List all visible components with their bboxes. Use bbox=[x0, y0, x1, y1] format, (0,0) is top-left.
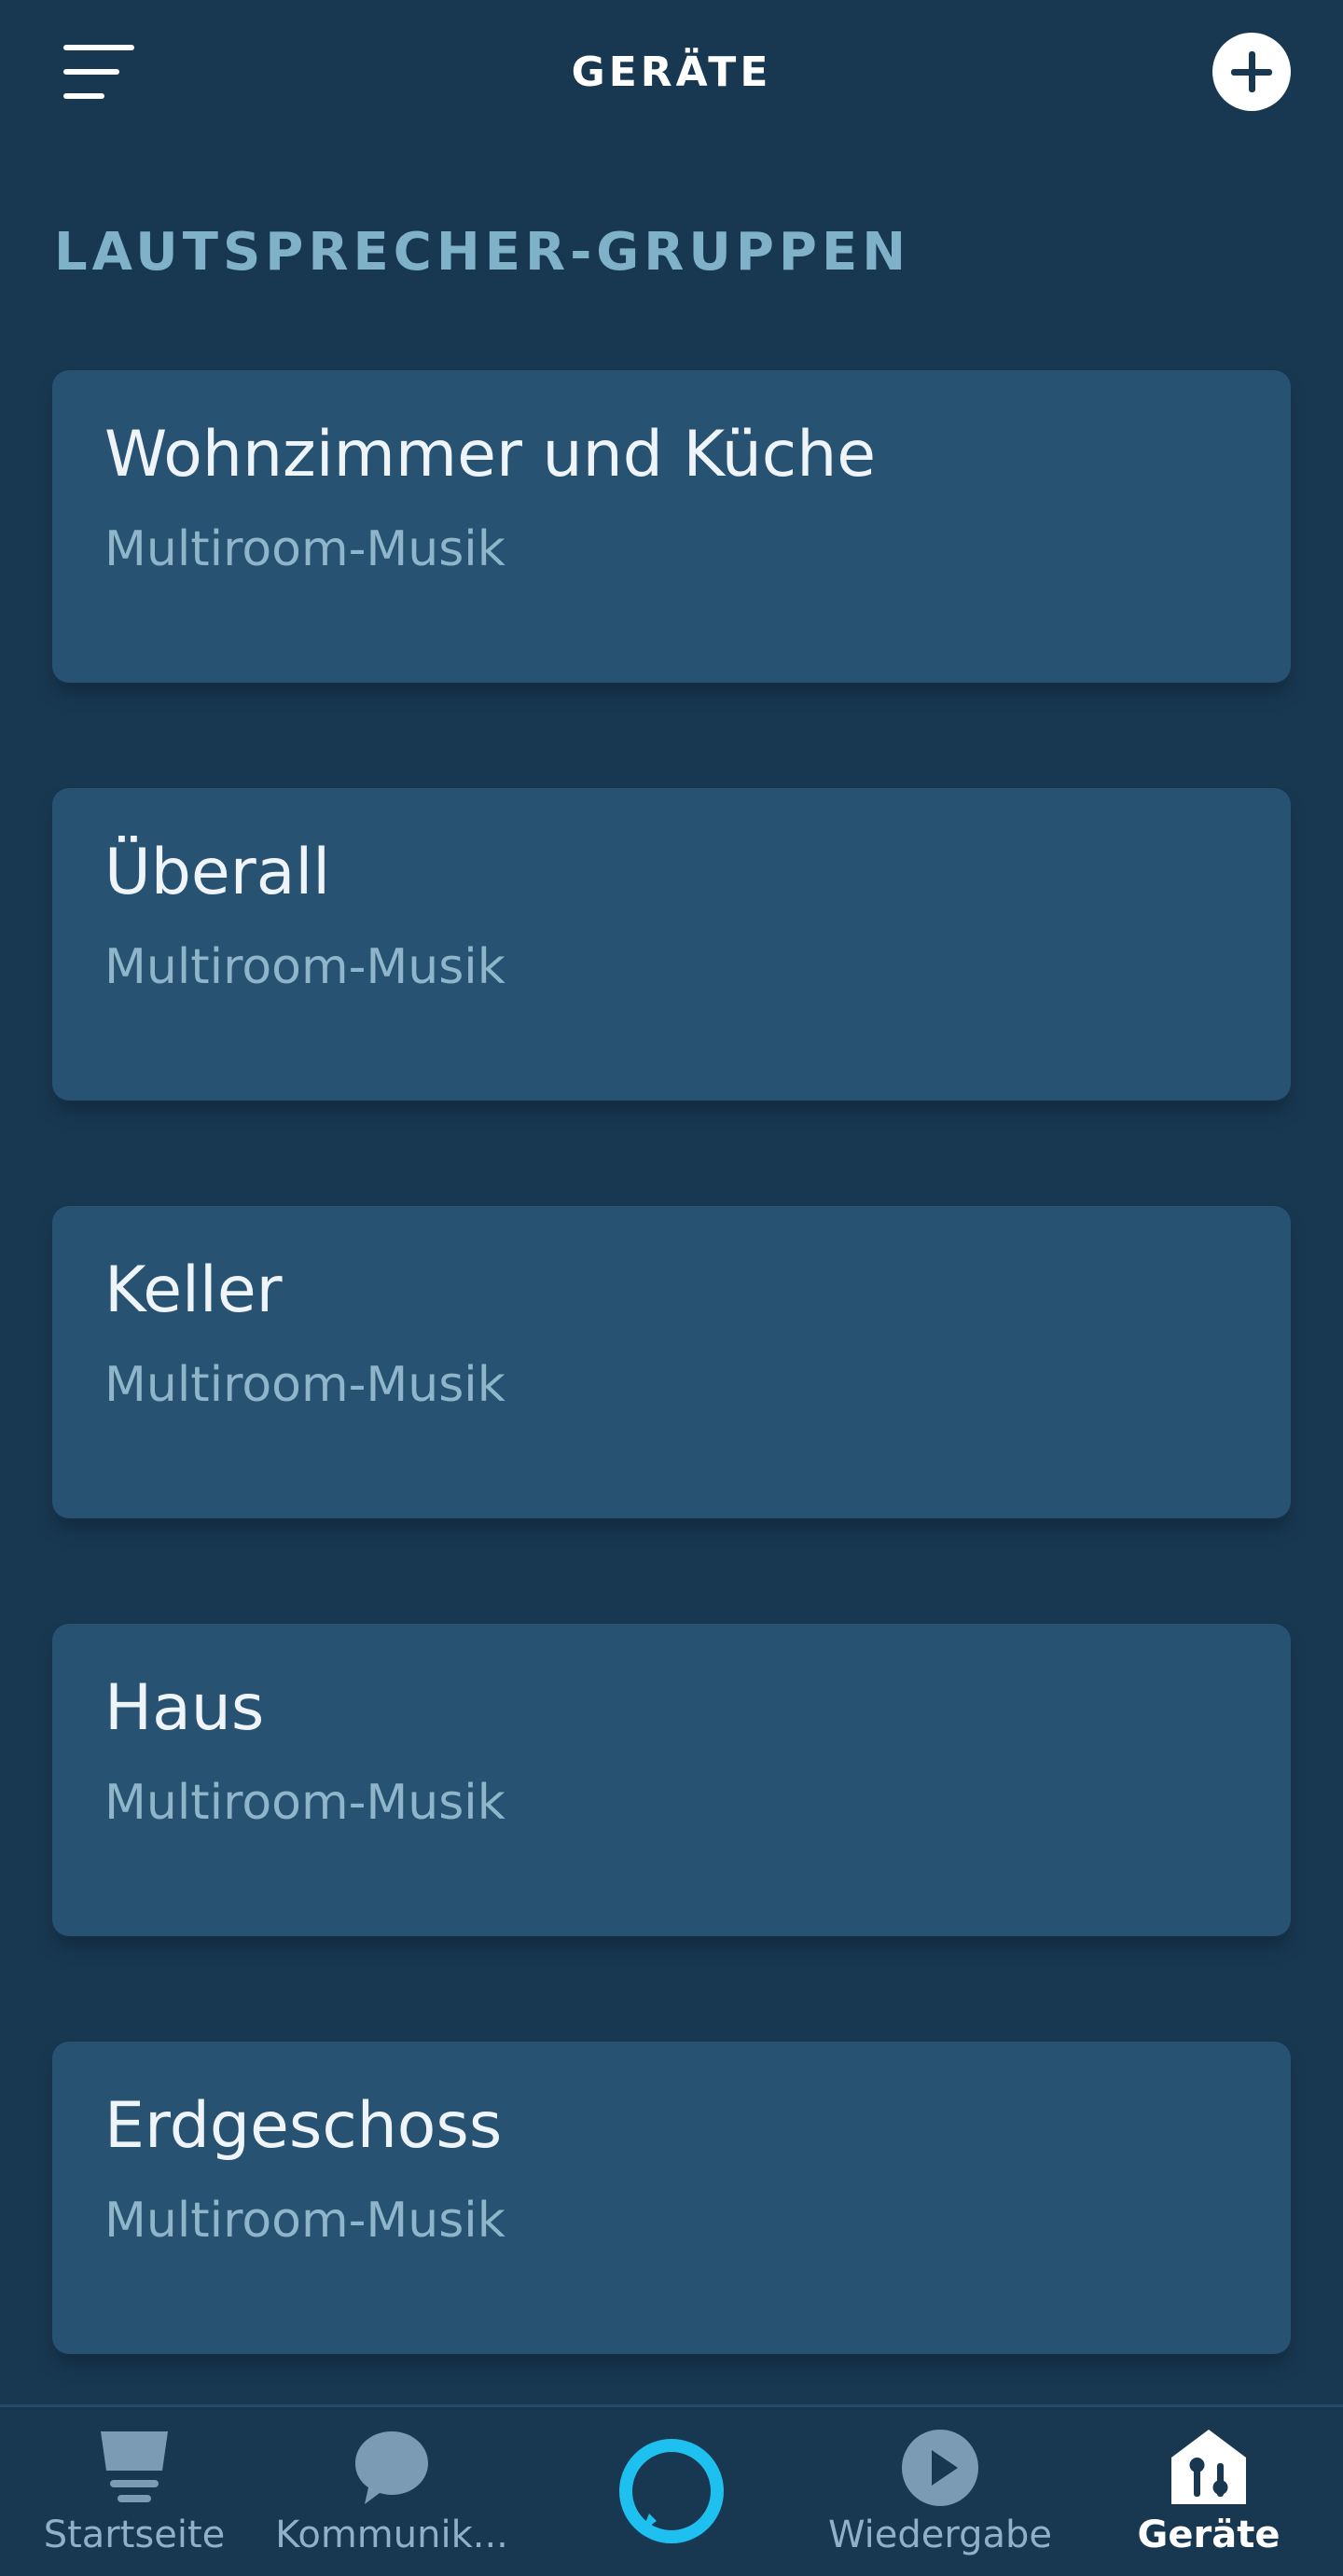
group-name: Wohnzimmer und Küche bbox=[104, 418, 877, 492]
home-feed-icon bbox=[101, 2431, 168, 2502]
speaker-group-list: Wohnzimmer und Küche Multiroom-Musik Übe… bbox=[52, 370, 1291, 2459]
nav-item-wiedergabe[interactable]: Wiedergabe bbox=[806, 2407, 1074, 2576]
group-name: Überall bbox=[104, 836, 331, 909]
speaker-group-card[interactable]: Überall Multiroom-Musik bbox=[52, 788, 1291, 1101]
nav-label: Wiedergabe bbox=[827, 2514, 1053, 2556]
devices-house-icon bbox=[1171, 2430, 1246, 2504]
speaker-group-card[interactable]: Wohnzimmer und Küche Multiroom-Musik bbox=[52, 370, 1291, 683]
speaker-group-card[interactable]: Keller Multiroom-Musik bbox=[52, 1206, 1291, 1518]
nav-item-alexa[interactable] bbox=[537, 2407, 806, 2576]
nav-item-startseite[interactable]: Startseite bbox=[0, 2407, 269, 2576]
nav-label: Kommunik... bbox=[275, 2514, 508, 2556]
play-circle-icon bbox=[902, 2430, 978, 2506]
group-type: Multiroom-Musik bbox=[104, 1775, 505, 1831]
plus-circle-icon[interactable] bbox=[1212, 33, 1291, 111]
top-bar: GERÄTE bbox=[0, 0, 1343, 145]
speaker-group-card[interactable]: Haus Multiroom-Musik bbox=[52, 1624, 1291, 1936]
group-type: Multiroom-Musik bbox=[104, 521, 505, 577]
group-name: Haus bbox=[104, 1671, 265, 1745]
speech-bubble-icon bbox=[355, 2431, 428, 2504]
group-type: Multiroom-Musik bbox=[104, 2193, 505, 2249]
bottom-navigation: Startseite Kommunik... Wiedergabe Geräte bbox=[0, 2404, 1343, 2576]
group-type: Multiroom-Musik bbox=[104, 939, 505, 995]
group-name: Keller bbox=[104, 1253, 283, 1327]
nav-label: Startseite bbox=[43, 2514, 226, 2556]
group-name: Erdgeschoss bbox=[104, 2089, 503, 2163]
speaker-group-card[interactable]: Erdgeschoss Multiroom-Musik bbox=[52, 2042, 1291, 2354]
page-title: GERÄTE bbox=[571, 48, 772, 96]
alexa-ring-icon bbox=[619, 2439, 724, 2543]
section-title: LAUTSPRECHER-GRUPPEN bbox=[54, 222, 911, 283]
group-type: Multiroom-Musik bbox=[104, 1357, 505, 1413]
nav-item-geraete[interactable]: Geräte bbox=[1074, 2407, 1343, 2576]
nav-label: Geräte bbox=[1137, 2514, 1281, 2556]
nav-item-kommunikation[interactable]: Kommunik... bbox=[257, 2407, 526, 2576]
